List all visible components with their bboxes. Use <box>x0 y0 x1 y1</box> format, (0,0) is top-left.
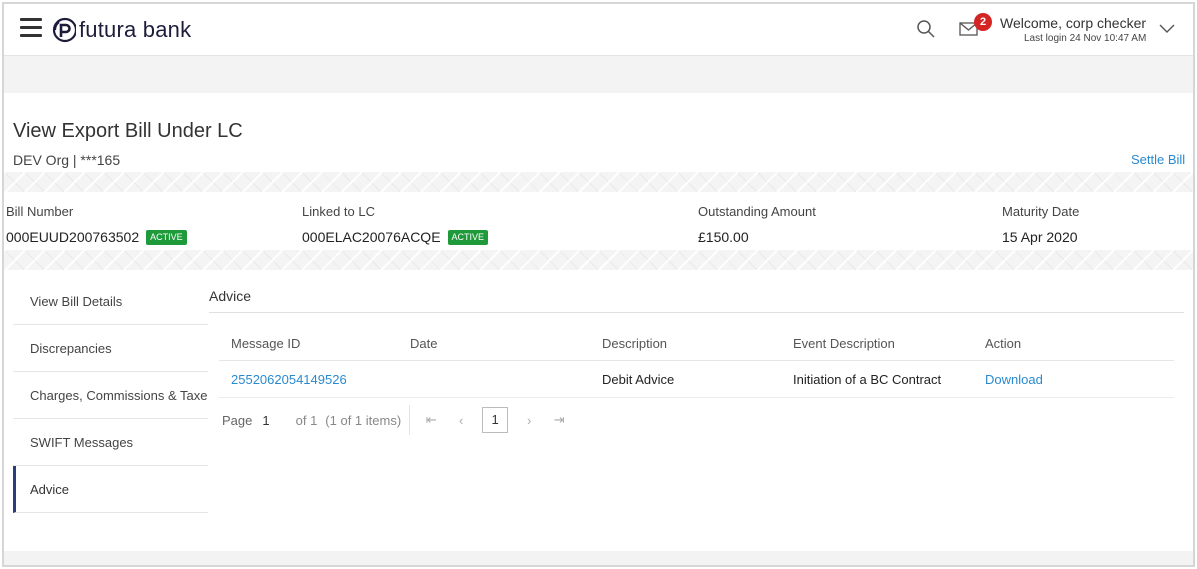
advice-table: Message ID Date Description Event Descri… <box>219 327 1174 398</box>
maturity-label: Maturity Date <box>1002 204 1080 219</box>
column-header-description[interactable]: Description <box>602 336 793 351</box>
decorative-stripe <box>4 250 1193 270</box>
outstanding-block: Outstanding Amount £150.00 <box>698 204 816 245</box>
linked-lc-value: 000ELAC20076ACQE <box>302 229 441 245</box>
bill-summary: Bill Number 000EUUD200763502 ACTIVE Link… <box>4 192 1193 248</box>
sidebar-item-discrepancies[interactable]: Discrepancies <box>13 325 208 372</box>
section-title: Advice <box>209 288 252 304</box>
party-info: DEV Org | ***165 <box>13 152 121 168</box>
bill-number-value: 000EUUD200763502 <box>6 229 140 245</box>
page-of-text: of 1 <box>295 412 318 428</box>
app-window: futura bank 2 Welcome, corp checker Last… <box>2 2 1195 567</box>
maturity-value: 15 Apr 2020 <box>1002 229 1078 245</box>
divider <box>209 312 1184 313</box>
top-header: futura bank 2 Welcome, corp checker Last… <box>4 4 1193 56</box>
page-number-input[interactable]: 1 <box>262 413 269 428</box>
last-login-text: Last login 24 Nov 10:47 AM <box>1024 33 1147 44</box>
sidebar-item-view-bill-details[interactable]: View Bill Details <box>13 278 208 325</box>
welcome-text[interactable]: Welcome, corp checker <box>1000 15 1146 31</box>
last-page-icon[interactable]: ⇥ <box>550 412 568 428</box>
linked-lc-block: Linked to LC 000ELAC20076ACQE ACTIVE <box>302 204 489 245</box>
pagination: Page 1 of 1 (1 of 1 items) ⇤ ‹ 1 › ⇥ <box>222 402 568 438</box>
current-page-button[interactable]: 1 <box>482 407 509 433</box>
futura-logo-icon <box>52 17 76 43</box>
sidebar-item-charges[interactable]: Charges, Commissions & Taxes <box>13 372 208 419</box>
maturity-block: Maturity Date 15 Apr 2020 <box>1002 204 1079 245</box>
outstanding-value: £150.00 <box>698 229 749 245</box>
download-link[interactable]: Download <box>985 372 1174 387</box>
search-icon[interactable] <box>916 19 936 39</box>
status-badge: ACTIVE <box>146 229 187 245</box>
prev-page-icon[interactable]: ‹ <box>452 413 470 428</box>
column-header-date[interactable]: Date <box>410 336 602 351</box>
event-description-cell: Initiation of a BC Contract <box>793 371 942 387</box>
page-label: Page <box>222 412 253 428</box>
status-badge: ACTIVE <box>447 229 489 245</box>
sidebar-item-swift-messages[interactable]: SWIFT Messages <box>13 419 208 466</box>
chevron-down-icon[interactable] <box>1158 23 1176 35</box>
decorative-stripe <box>4 172 1193 192</box>
column-header-action[interactable]: Action <box>985 336 1174 351</box>
sidebar-item-advice[interactable]: Advice <box>13 466 208 513</box>
message-id-link[interactable]: 2552062054149526 <box>219 372 410 387</box>
description-cell: Debit Advice <box>602 371 675 387</box>
bill-number-block: Bill Number 000EUUD200763502 ACTIVE <box>6 204 187 245</box>
sidebar-nav: View Bill Details Discrepancies Charges,… <box>13 278 208 513</box>
outstanding-label: Outstanding Amount <box>698 204 816 219</box>
items-count: (1 of 1 items) <box>325 412 402 428</box>
pager-divider <box>409 405 411 435</box>
settle-bill-link[interactable]: Settle Bill <box>1131 152 1185 167</box>
column-header-message-id[interactable]: Message ID <box>219 336 410 351</box>
linked-lc-label: Linked to LC <box>302 204 375 219</box>
page-title: View Export Bill Under LC <box>13 120 243 142</box>
brand-name: futura bank <box>79 17 192 42</box>
brand-logo[interactable]: futura bank <box>52 15 191 45</box>
menu-icon[interactable] <box>20 18 42 38</box>
notification-badge[interactable]: 2 <box>974 13 992 31</box>
bill-number-label: Bill Number <box>6 204 74 219</box>
header-band <box>4 56 1193 93</box>
next-page-icon[interactable]: › <box>520 413 538 428</box>
table-header: Message ID Date Description Event Descri… <box>219 327 1174 361</box>
footer-band <box>4 551 1193 565</box>
first-page-icon[interactable]: ⇤ <box>422 412 440 428</box>
column-header-event-description[interactable]: Event Description <box>793 336 985 351</box>
table-row: 2552062054149526 Debit Advice Initiation… <box>219 361 1174 398</box>
